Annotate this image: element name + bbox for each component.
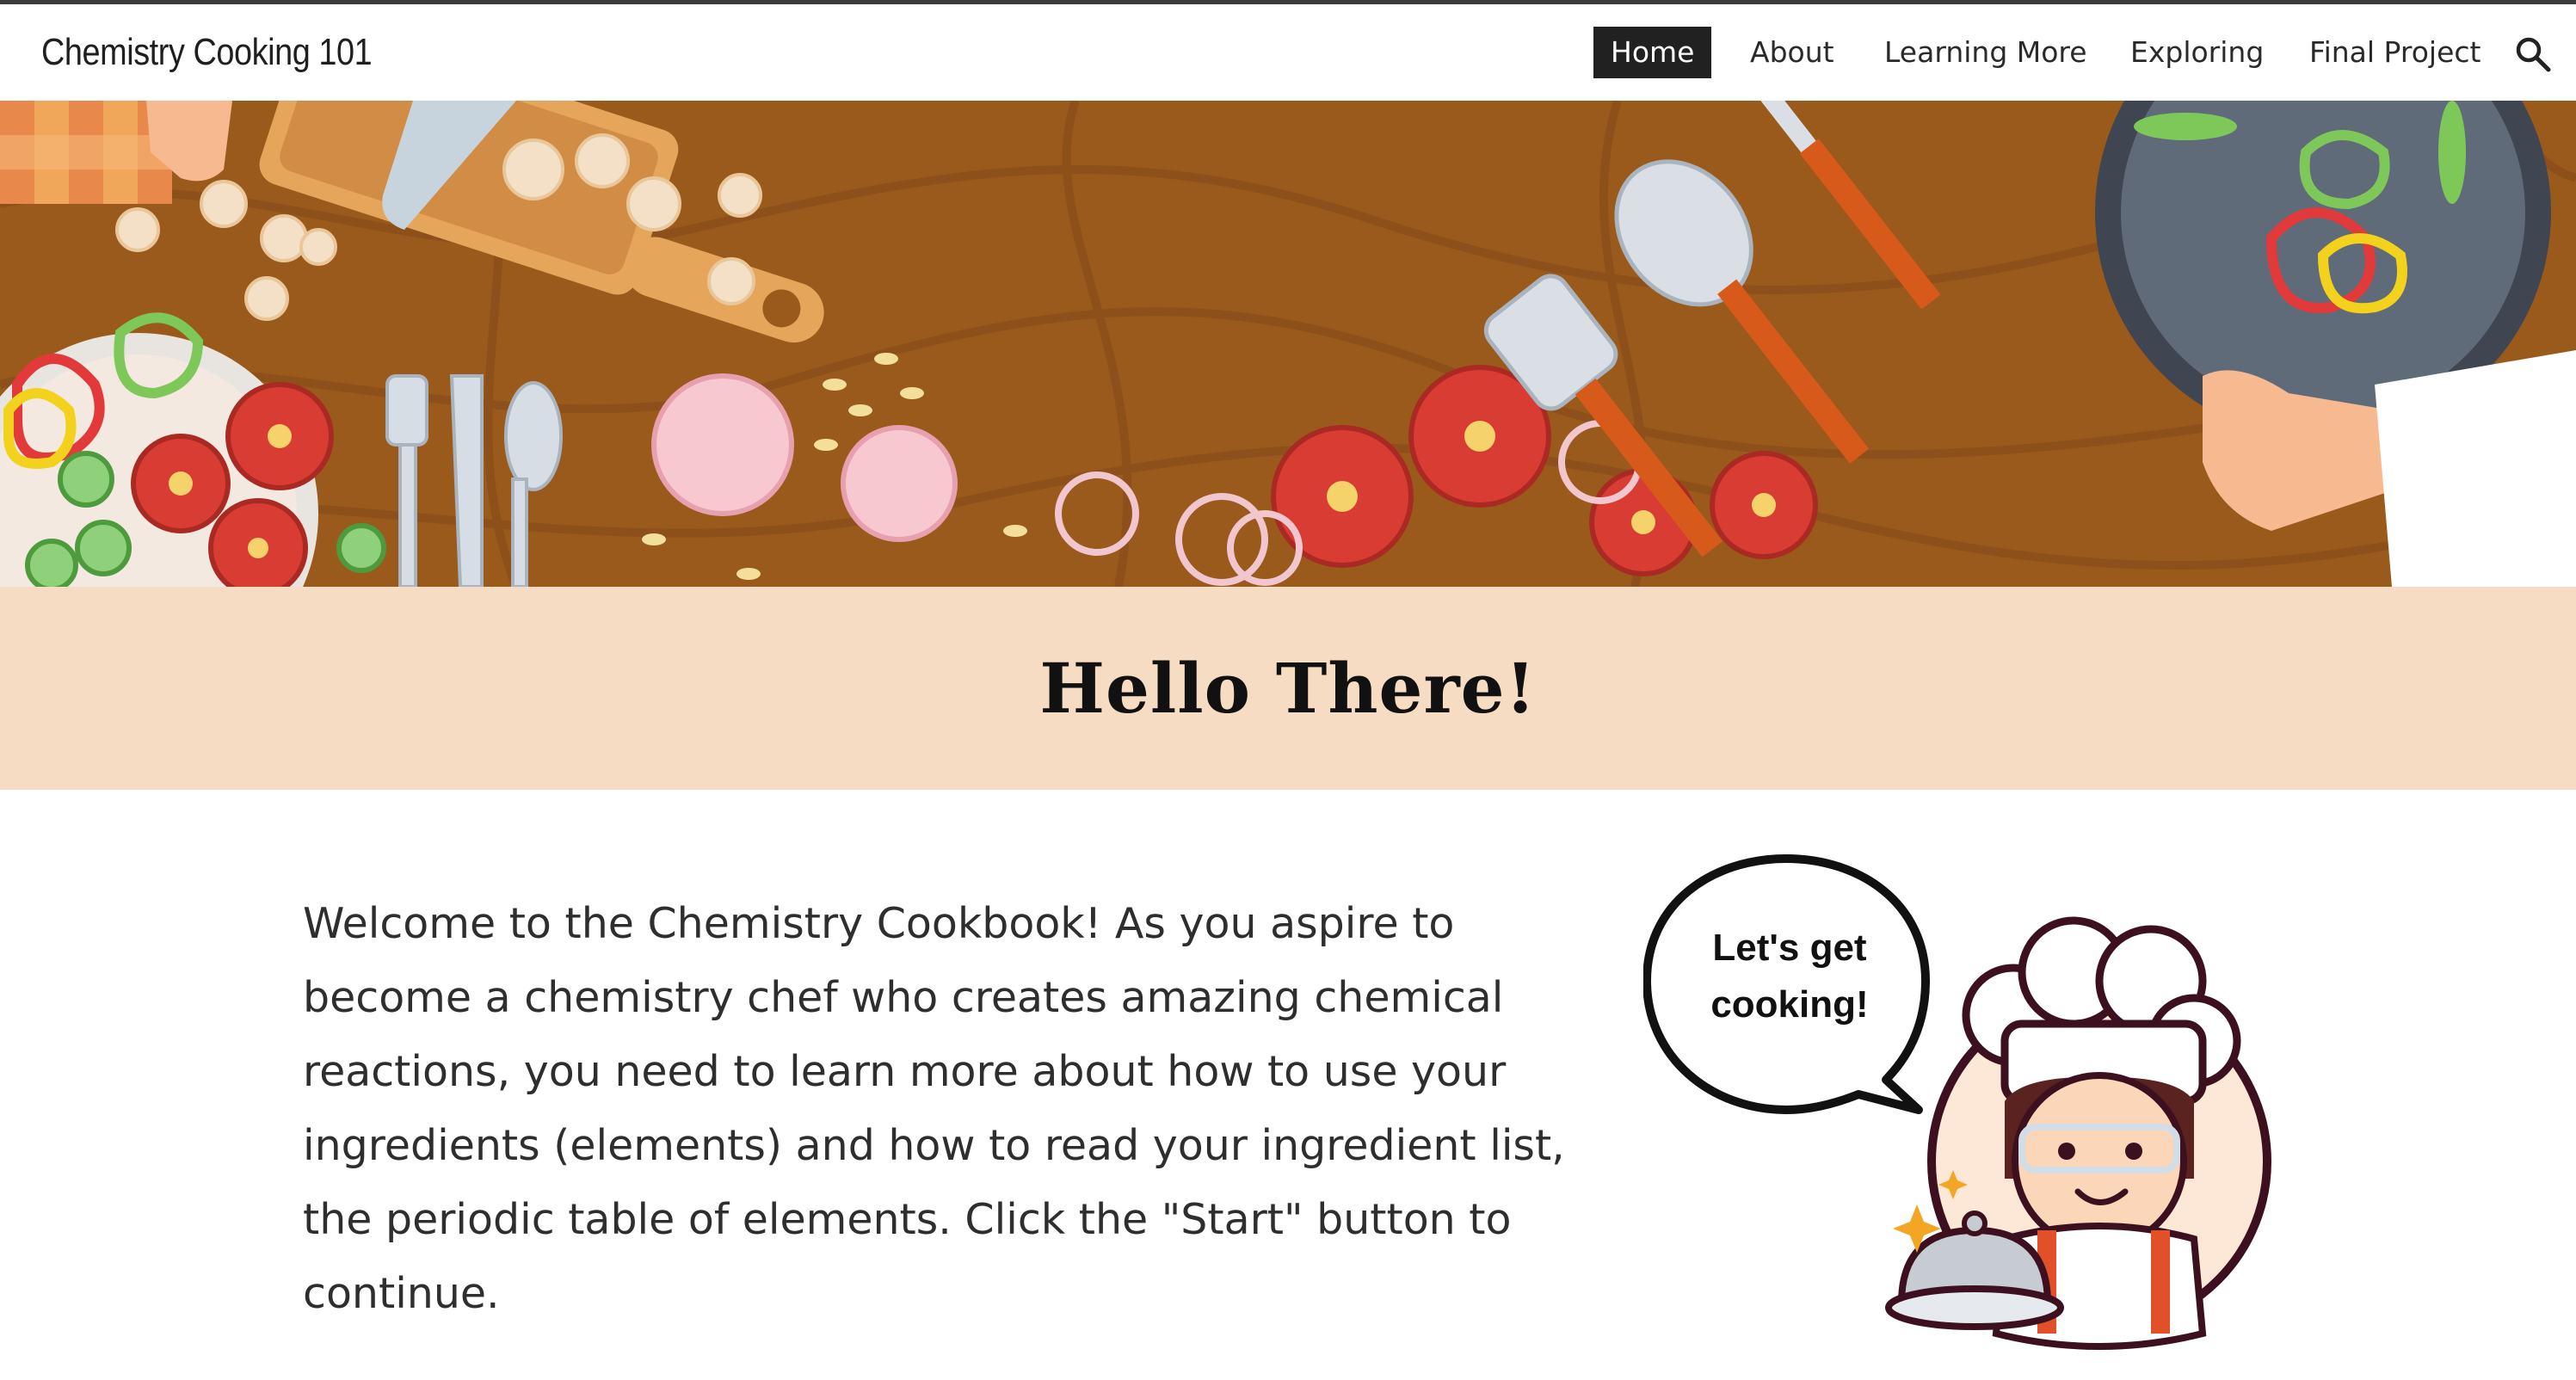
site-title[interactable]: Chemistry Cooking 101	[41, 27, 373, 78]
speech-bubble-line2: cooking!	[1710, 983, 1868, 1026]
search-icon	[2516, 37, 2551, 72]
site-header: Chemistry Cooking 101 Home About Learnin…	[0, 4, 2576, 101]
nav-item-exploring[interactable]: Exploring	[2113, 27, 2281, 78]
heading-band: Hello There!	[0, 587, 2576, 790]
page-heading: Hello There!	[1039, 648, 1537, 729]
search-button[interactable]	[2512, 34, 2554, 75]
nav-item-final-project[interactable]: Final Project	[2292, 27, 2498, 78]
hero-banner-image	[0, 101, 2576, 587]
nav-item-about[interactable]: About	[1733, 27, 1852, 78]
intro-paragraph: Welcome to the Chemistry Cookbook! As yo…	[303, 899, 1565, 1318]
tablecloth	[0, 101, 172, 204]
nav-item-home[interactable]: Home	[1593, 27, 1712, 78]
speech-bubble-line1: Let's get	[1712, 927, 1867, 969]
nav-item-learning-more[interactable]: Learning More	[1867, 27, 2105, 78]
chef-illustration: Let's get cooking!	[1643, 854, 2271, 1350]
